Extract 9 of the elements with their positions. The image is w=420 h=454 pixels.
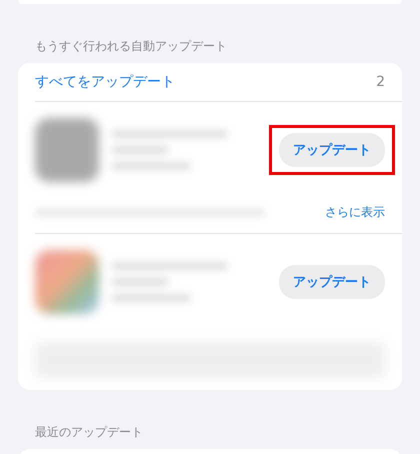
section-header: もうすぐ行われる自動アップデート bbox=[34, 38, 228, 55]
show-more-link[interactable]: さらに表示 bbox=[325, 204, 385, 221]
blurred-app-icon bbox=[35, 250, 99, 314]
section-header: 最近のアップデート bbox=[34, 424, 144, 441]
update-button[interactable]: アップデート bbox=[279, 133, 385, 167]
update-count: 2 bbox=[376, 74, 385, 90]
update-button[interactable]: アップデート bbox=[279, 265, 385, 299]
blurred-app-icon bbox=[35, 118, 99, 182]
update-all-link[interactable]: すべてをアップデート bbox=[35, 73, 175, 91]
